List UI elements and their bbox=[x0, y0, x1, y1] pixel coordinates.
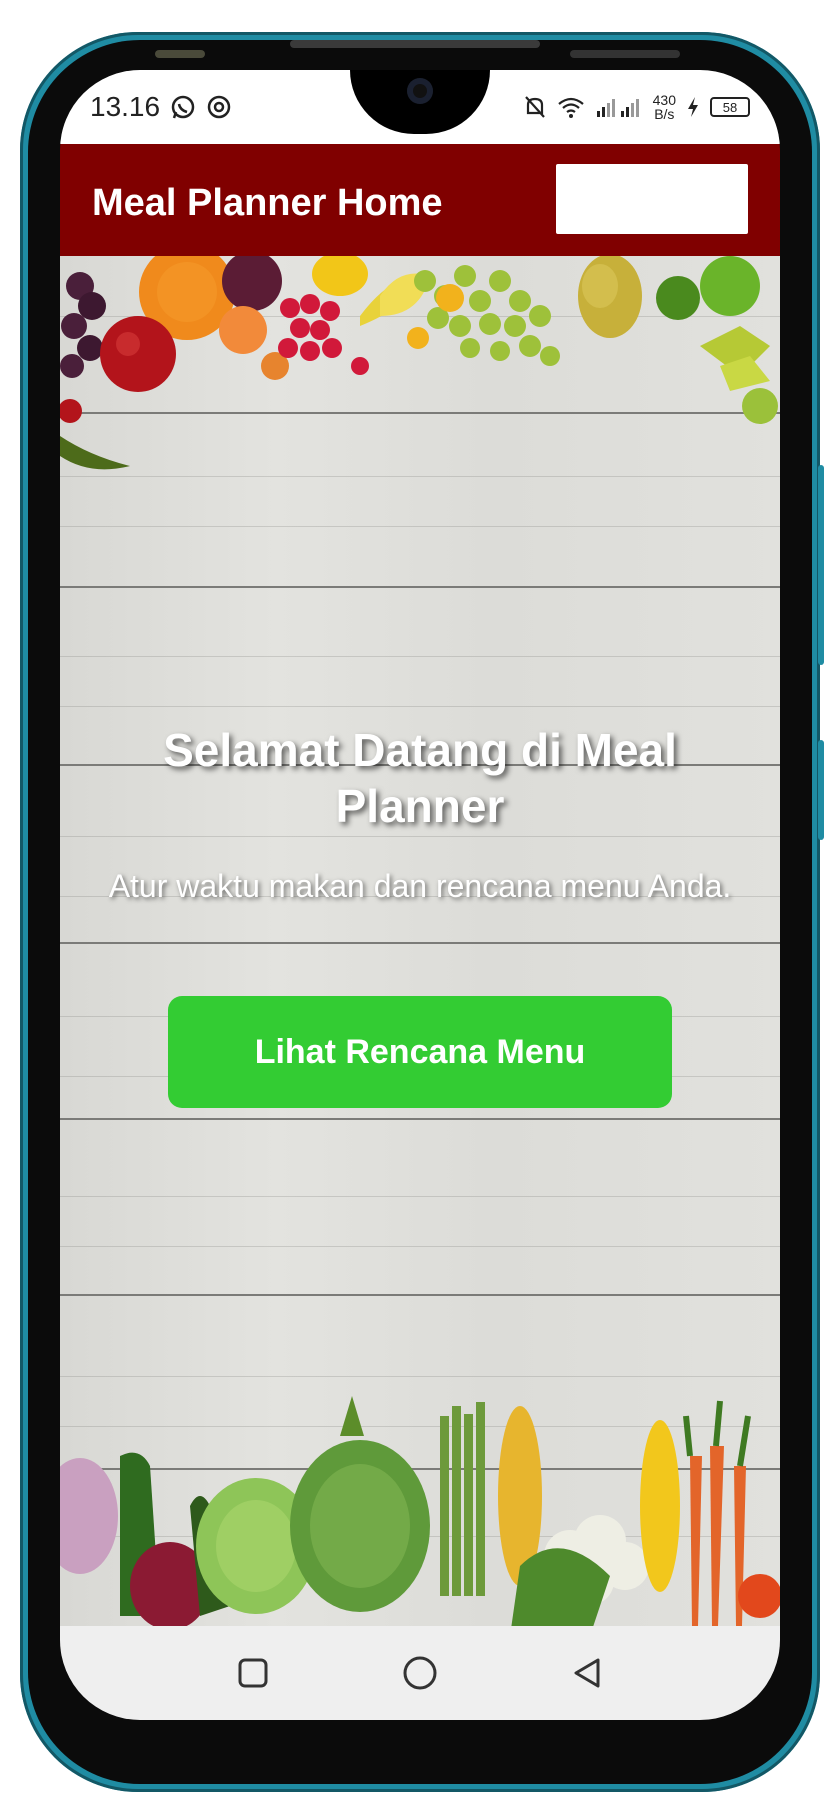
app-bar: Meal Planner Home bbox=[60, 144, 780, 256]
volume-button bbox=[818, 465, 824, 665]
welcome-heading: Selamat Datang di Meal Planner bbox=[163, 724, 677, 832]
sync-icon bbox=[207, 95, 231, 119]
content-area: Selamat Datang di Meal Planner Atur wakt… bbox=[60, 256, 780, 1626]
net-speed-unit: B/s bbox=[654, 106, 675, 122]
earpiece-right bbox=[570, 50, 680, 58]
fruit-border-image bbox=[60, 256, 778, 470]
whatsapp-icon bbox=[171, 95, 195, 119]
earpiece-left bbox=[155, 50, 205, 58]
power-button bbox=[818, 740, 824, 840]
app-title: Meal Planner Home bbox=[92, 182, 443, 224]
system-nav-bar bbox=[60, 1626, 780, 1720]
vegetable-border-image bbox=[60, 1396, 780, 1626]
wifi-icon bbox=[557, 97, 584, 118]
front-camera bbox=[407, 78, 433, 104]
battery-icon: 58 bbox=[710, 97, 750, 117]
net-speed-value: 430 bbox=[652, 92, 676, 108]
app-bar-blank-box bbox=[556, 164, 748, 234]
back-triangle-icon[interactable] bbox=[570, 1656, 604, 1690]
clock: 13.16 bbox=[90, 91, 161, 122]
welcome-subtitle: Atur waktu makan dan rencana menu Anda. bbox=[108, 868, 732, 904]
screen: 13.16 430 B/s 58 Meal Planner Home Selam… bbox=[60, 70, 780, 1720]
battery-level: 58 bbox=[722, 99, 738, 115]
circle-icon[interactable] bbox=[401, 1654, 439, 1692]
speaker-grille bbox=[290, 40, 540, 48]
charging-icon bbox=[688, 97, 698, 117]
square-icon[interactable] bbox=[236, 1656, 270, 1690]
net-speed: 430 B/s bbox=[653, 93, 676, 121]
bell-off-icon bbox=[524, 96, 545, 118]
view-menu-plan-button[interactable]: Lihat Rencana Menu bbox=[168, 996, 672, 1108]
signal-icon bbox=[596, 99, 639, 117]
